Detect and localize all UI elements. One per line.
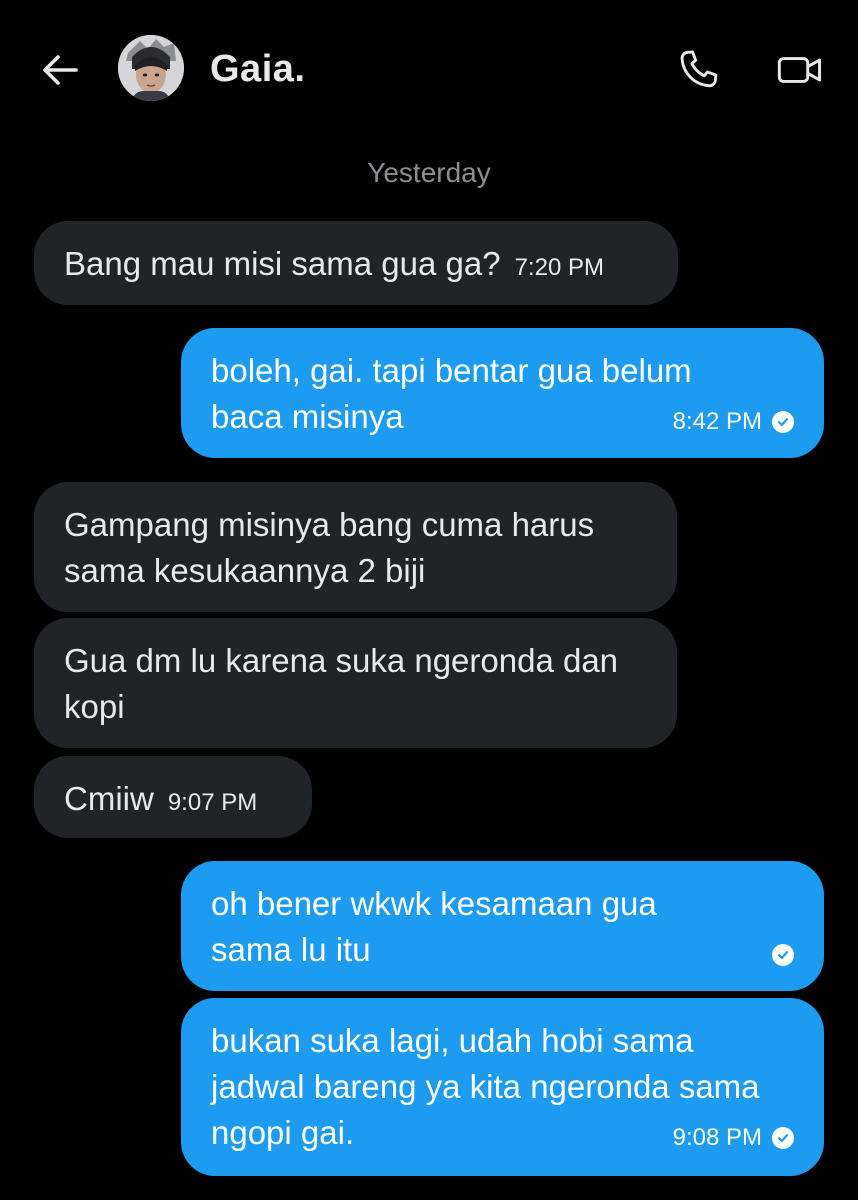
check-circle-icon [772, 1127, 794, 1149]
check-circle-icon [772, 944, 794, 966]
message-text: Bang mau misi sama gua ga? [64, 245, 501, 282]
chat-header: Gaia. [0, 0, 858, 140]
message-text: Gampang misinya bang cuma harus sama kes… [64, 506, 595, 589]
message-bubble-outgoing[interactable]: boleh, gai. tapi bentar gua belum baca m… [181, 328, 824, 458]
message-bubble-outgoing[interactable]: bukan suka lagi, udah hobi sama jadwal b… [181, 998, 824, 1176]
message-text: Cmiiw [64, 780, 154, 817]
message-bubble-incoming[interactable]: Gampang misinya bang cuma harus sama kes… [34, 482, 677, 612]
avatar-photo [118, 35, 184, 101]
date-separator: Yesterday [367, 157, 491, 188]
message-bubble-outgoing[interactable]: oh bener wkwk kesamaan gua sama lu itu [181, 861, 824, 991]
message-timestamp: 8:42 PM [672, 408, 762, 435]
video-camera-icon [777, 57, 822, 83]
back-button[interactable] [38, 48, 82, 92]
message-timestamp: 9:08 PM [672, 1124, 762, 1151]
message-timestamp: 7:20 PM [514, 254, 604, 281]
message-text: Gua dm lu karena suka ngeronda dan kopi [64, 642, 619, 725]
contact-name[interactable]: Gaia. [210, 48, 305, 91]
message-bubble-incoming[interactable]: Bang mau misi sama gua ga? 7:20 PM [34, 221, 678, 305]
arrow-left-icon [43, 55, 78, 85]
message-timestamp: 9:07 PM [167, 789, 258, 816]
phone-icon [680, 50, 718, 88]
check-circle-icon [772, 411, 794, 433]
message-bubble-incoming[interactable]: Gua dm lu karena suka ngeronda dan kopi [34, 618, 677, 748]
call-button[interactable] [672, 44, 724, 96]
avatar[interactable] [118, 35, 184, 101]
message-bubble-incoming[interactable]: Cmiiw 9:07 PM [34, 756, 312, 838]
video-call-button[interactable] [774, 44, 826, 96]
